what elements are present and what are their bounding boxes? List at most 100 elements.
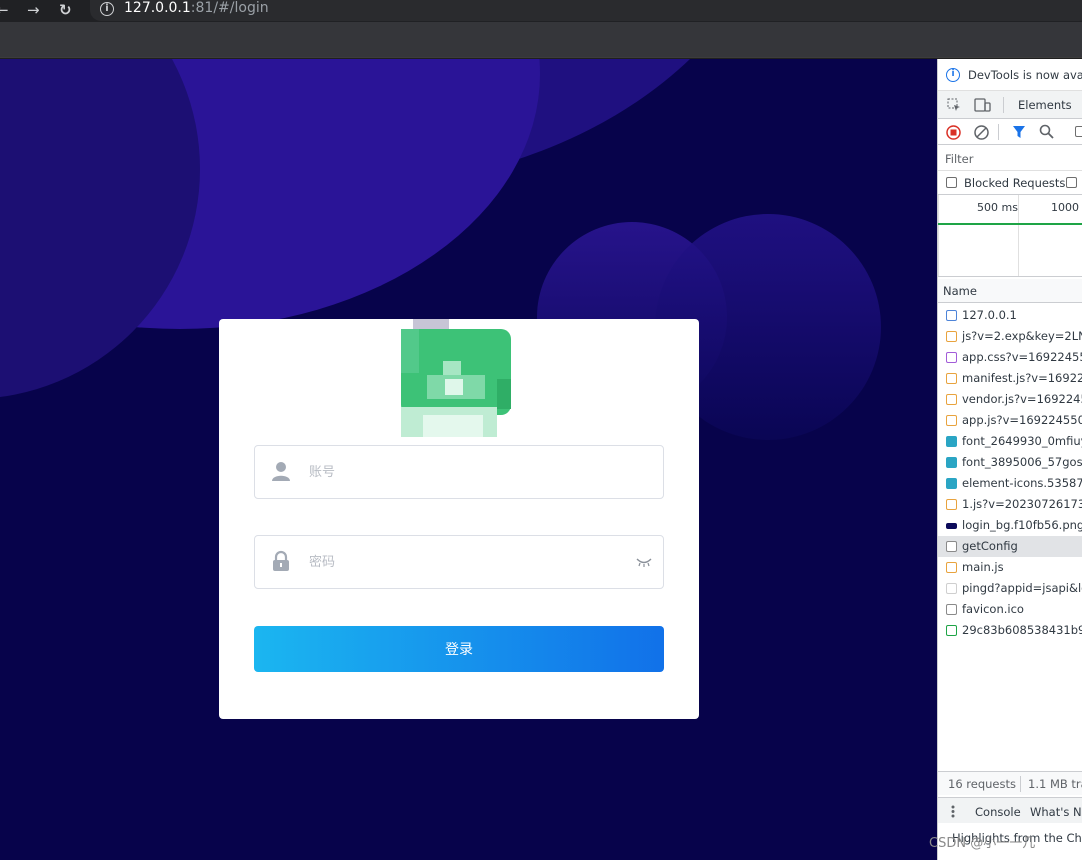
font-icon bbox=[946, 478, 957, 489]
request-name: getConfig bbox=[962, 539, 1018, 553]
request-row[interactable]: 127.0.0.1 bbox=[938, 305, 1082, 326]
tab-console[interactable]: Console bbox=[975, 805, 1021, 819]
request-row[interactable]: app.css?v=1692245508 bbox=[938, 347, 1082, 368]
fetch-icon bbox=[946, 604, 957, 615]
url-host: 127.0.0.1 bbox=[124, 0, 191, 16]
request-name: vendor.js?v=16922455( bbox=[962, 392, 1082, 406]
network-toolbar bbox=[938, 119, 1082, 145]
network-overview-timeline[interactable]: 500 ms 1000 r bbox=[938, 195, 1082, 277]
transferred-size: 1.1 MB tra bbox=[1028, 777, 1082, 791]
clear-icon[interactable] bbox=[974, 125, 989, 140]
request-name: 29c83b608538431b996 bbox=[962, 623, 1082, 637]
username-input[interactable] bbox=[309, 460, 629, 484]
more-options-icon[interactable] bbox=[951, 805, 955, 818]
image-icon bbox=[946, 523, 957, 529]
request-name: app.js?v=1692245508 bbox=[962, 413, 1082, 427]
watermark-text: CSDN @小一一几 bbox=[929, 836, 1036, 851]
network-status-bar: 16 requests 1.1 MB tra bbox=[938, 771, 1082, 795]
inspect-element-icon[interactable] bbox=[947, 98, 961, 112]
font-icon bbox=[946, 436, 957, 447]
request-row[interactable]: 29c83b608538431b996 bbox=[938, 620, 1082, 641]
font-icon bbox=[946, 457, 957, 468]
requests-table-header[interactable]: Name bbox=[938, 279, 1082, 303]
request-row[interactable]: favicon.ico bbox=[938, 599, 1082, 620]
stylesheet-icon bbox=[946, 352, 957, 363]
password-field-wrapper bbox=[254, 535, 664, 589]
filter-icon[interactable] bbox=[1012, 125, 1026, 139]
request-row[interactable]: 1.js?v=2023072617333 bbox=[938, 494, 1082, 515]
script-icon bbox=[946, 331, 957, 342]
request-name: font_2649930_0mfiuye bbox=[962, 434, 1082, 448]
request-name: element-icons.535877f bbox=[962, 476, 1082, 490]
requests-count: 16 requests bbox=[948, 777, 1016, 791]
divider bbox=[1020, 776, 1021, 792]
request-name: pingd?appid=jsapi&log bbox=[962, 581, 1082, 595]
back-icon[interactable]: ← bbox=[0, 2, 9, 18]
image-icon bbox=[946, 625, 957, 636]
app-logo bbox=[401, 319, 511, 437]
request-row[interactable]: login_bg.f10fb56.png bbox=[938, 515, 1082, 536]
devtools-panel: i DevTools is now availa Elements bbox=[937, 59, 1082, 860]
url-path: :81/#/login bbox=[190, 0, 269, 16]
filter-bar[interactable]: Filter bbox=[938, 145, 1082, 171]
request-row[interactable]: pingd?appid=jsapi&log bbox=[938, 578, 1082, 599]
request-row[interactable]: js?v=2.exp&key=2LNBZ bbox=[938, 326, 1082, 347]
user-icon bbox=[272, 462, 290, 481]
blocked-requests-checkbox[interactable] bbox=[946, 177, 957, 188]
script-icon bbox=[946, 394, 957, 405]
request-name: 127.0.0.1 bbox=[962, 308, 1017, 322]
search-icon[interactable] bbox=[1039, 124, 1054, 139]
info-icon: i bbox=[946, 68, 960, 82]
browser-toolbar: ← → ↻ i 127.0.0.1:81/#/login bbox=[0, 0, 1082, 22]
devtools-banner: i DevTools is now availa bbox=[938, 59, 1082, 91]
blocked-requests-label: Blocked Requests bbox=[964, 176, 1066, 190]
request-row[interactable]: main.js bbox=[938, 557, 1082, 578]
preserve-log-checkbox[interactable] bbox=[1075, 126, 1082, 137]
timeline-tick-label: 1000 r bbox=[1051, 201, 1082, 214]
tab-whats-new[interactable]: What's N bbox=[1030, 805, 1082, 823]
eye-closed-icon[interactable] bbox=[635, 556, 653, 568]
request-row[interactable]: font_3895006_57gos9w bbox=[938, 452, 1082, 473]
request-name: favicon.ico bbox=[962, 602, 1024, 616]
script-icon bbox=[946, 373, 957, 384]
timeline-gridline bbox=[938, 195, 939, 276]
tab-elements[interactable]: Elements bbox=[1018, 98, 1072, 112]
request-name: login_bg.f10fb56.png bbox=[962, 518, 1082, 532]
request-name: 1.js?v=2023072617333 bbox=[962, 497, 1082, 511]
third-party-checkbox[interactable] bbox=[1066, 177, 1077, 188]
ping-icon bbox=[946, 583, 957, 594]
divider bbox=[998, 124, 999, 140]
username-field-wrapper bbox=[254, 445, 664, 499]
request-row[interactable]: font_2649930_0mfiuye bbox=[938, 431, 1082, 452]
drawer-tabbar: Console What's N bbox=[938, 797, 1082, 823]
request-row[interactable]: app.js?v=1692245508 bbox=[938, 410, 1082, 431]
login-button[interactable]: 登录 bbox=[254, 626, 664, 672]
script-icon bbox=[946, 499, 957, 510]
record-stop-icon[interactable] bbox=[946, 125, 961, 140]
timeline-activity-bar bbox=[938, 223, 1082, 225]
site-info-icon[interactable]: i bbox=[100, 2, 114, 16]
divider bbox=[1003, 97, 1004, 113]
browser-bookmarks-bar bbox=[0, 22, 1082, 58]
lock-icon bbox=[273, 550, 289, 571]
reload-icon[interactable]: ↻ bbox=[59, 2, 72, 18]
request-row[interactable]: vendor.js?v=16922455( bbox=[938, 389, 1082, 410]
request-row[interactable]: getConfig bbox=[938, 536, 1082, 557]
banner-text: DevTools is now availa bbox=[968, 68, 1082, 82]
request-name: main.js bbox=[962, 560, 1004, 574]
request-name: manifest.js?v=1692245 bbox=[962, 371, 1082, 385]
forward-icon[interactable]: → bbox=[27, 2, 40, 18]
script-icon bbox=[946, 562, 957, 573]
devtools-tabbar: Elements bbox=[938, 91, 1082, 119]
password-input[interactable] bbox=[309, 550, 629, 574]
request-row[interactable]: manifest.js?v=1692245 bbox=[938, 368, 1082, 389]
url-text[interactable]: 127.0.0.1:81/#/login bbox=[124, 0, 269, 16]
filter-input-placeholder: Filter bbox=[945, 152, 974, 166]
blocked-requests-row: Blocked Requests bbox=[938, 171, 1082, 195]
device-toolbar-icon[interactable] bbox=[974, 98, 991, 112]
background-wave bbox=[0, 59, 200, 399]
request-row[interactable]: element-icons.535877f bbox=[938, 473, 1082, 494]
timeline-tick-label: 500 ms bbox=[977, 201, 1018, 214]
request-name: js?v=2.exp&key=2LNBZ bbox=[962, 329, 1082, 343]
document-icon bbox=[946, 310, 957, 321]
